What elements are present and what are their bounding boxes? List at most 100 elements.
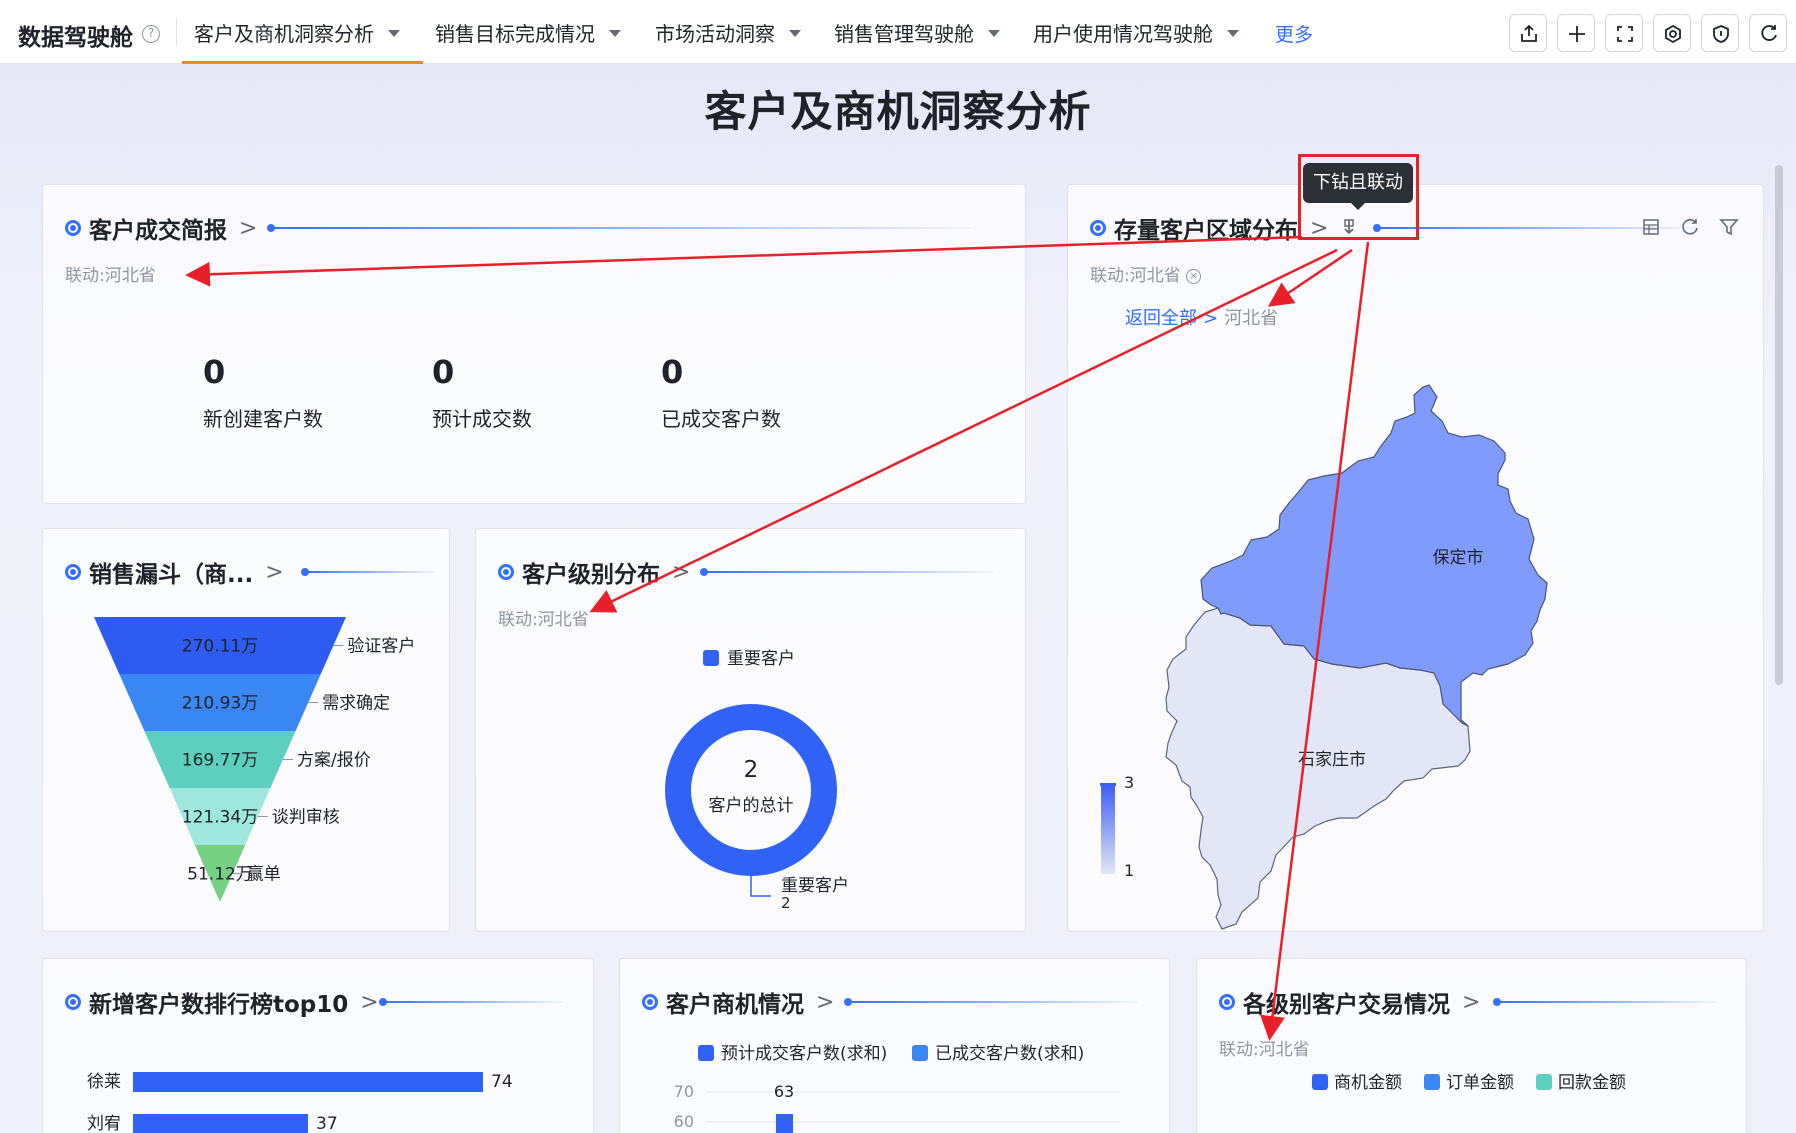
linkage-label: 联动:河北省 xyxy=(65,266,156,286)
chevron-down-icon xyxy=(388,30,400,37)
chevron-right-icon[interactable]: > xyxy=(239,216,257,241)
tab-market-activity[interactable]: 市场活动洞察 xyxy=(655,0,801,64)
donut-slice[interactable] xyxy=(665,704,837,876)
kpi-label: 预计成交数 xyxy=(432,407,532,431)
settings-icon xyxy=(1665,24,1681,44)
tab-label: 市场活动洞察 xyxy=(655,22,775,46)
level-transaction-legend: 商机金额 订单金额 回款金额 xyxy=(1312,1073,1626,1093)
refresh-icon xyxy=(1761,25,1777,41)
rank-bar-value: 74 xyxy=(491,1072,513,1092)
legend-max: 3 xyxy=(1124,773,1134,792)
card-title: 客户成交简报 xyxy=(89,218,227,244)
permission-button[interactable] xyxy=(1701,14,1739,52)
funnel-stage-name: 验证客户 xyxy=(347,637,415,657)
legend-label[interactable]: 预计成交客户数(求和) xyxy=(721,1044,887,1064)
region-map-card: 存量客户区域分布 > 联动:河北省 × 保定市 石家庄市 3 1 xyxy=(1067,184,1764,932)
funnel-stage-name: 方案/报价 xyxy=(297,751,371,771)
funnel-stage-value: 121.34万 xyxy=(182,808,258,828)
legend-label[interactable]: 订单金额 xyxy=(1446,1073,1514,1093)
tab-sales-target[interactable]: 销售目标完成情况 xyxy=(435,0,621,64)
tab-label: 客户及商机洞察分析 xyxy=(194,22,374,46)
chevron-down-icon xyxy=(988,30,1000,37)
donut-label-line xyxy=(750,876,771,897)
new-customer-rank-card: 新增客户数排行榜top10 > 徐莱 74 刘宥 37 xyxy=(42,958,594,1133)
rank-bar-value: 37 xyxy=(316,1114,338,1133)
fullscreen-button[interactable] xyxy=(1605,14,1643,52)
rank-category-label: 徐莱 xyxy=(87,1072,121,1092)
legend-swatch[interactable] xyxy=(703,650,719,666)
tab-user-usage[interactable]: 用户使用情况驾驶舱 xyxy=(1033,0,1239,64)
legend-swatch[interactable] xyxy=(1536,1074,1552,1090)
level-transaction-card: 各级别客户交易情况 > 联动:河北省 商机金额 订单金额 回款金额 xyxy=(1196,958,1747,1133)
chevron-down-icon xyxy=(789,30,801,37)
more-tabs-link[interactable]: 更多 xyxy=(1275,20,1313,47)
drill-breadcrumb: 返回全部 > 河北省 xyxy=(1125,304,1278,330)
y-tick-label: 60 xyxy=(674,1112,694,1131)
breadcrumb-current: 河北省 xyxy=(1224,308,1279,329)
y-tick-label: 70 xyxy=(674,1082,694,1101)
chevron-down-icon xyxy=(609,30,621,37)
chevron-down-icon xyxy=(1227,30,1239,37)
customer-level-card: 客户级别分布 > 联动:河北省 重要客户 2 客户的总计 重要客户 2 xyxy=(475,528,1026,932)
target-icon xyxy=(65,220,81,236)
sales-funnel-card: 销售漏斗（商... > 270.11万 验证客户 210.93万 需求确定 169.77… xyxy=(42,528,450,932)
legend-swatch[interactable] xyxy=(698,1045,714,1061)
share-button[interactable] xyxy=(1509,14,1547,52)
legend-label[interactable]: 重要客户 xyxy=(727,649,795,669)
annotation-highlight-box xyxy=(1298,154,1419,240)
legend-handle[interactable] xyxy=(1100,783,1116,786)
rank-bar[interactable] xyxy=(133,1072,483,1092)
deal-summary-card: 客户成交简报 > 联动:河北省 0 新创建客户数 0 预计成交数 0 已成交客户… xyxy=(42,184,1026,504)
top-bar: 数据驾驶舱 ? 客户及商机洞察分析 销售目标完成情况 市场活动洞察 销售管理驾驶… xyxy=(0,0,1796,64)
nav-divider xyxy=(176,18,177,46)
vertical-scrollbar[interactable] xyxy=(1775,165,1783,685)
opportunity-bar[interactable] xyxy=(776,1114,793,1133)
region-label: 石家庄市 xyxy=(1298,750,1366,770)
funnel-stage-name: 需求确定 xyxy=(322,694,390,714)
legend-label[interactable]: 商机金额 xyxy=(1334,1073,1402,1093)
legend-label[interactable]: 已成交客户数(求和) xyxy=(935,1044,1084,1064)
funnel-stage-value: 169.77万 xyxy=(182,751,258,771)
settings-button[interactable] xyxy=(1653,14,1691,52)
tab-sales-management[interactable]: 销售管理驾驶舱 xyxy=(834,0,1000,64)
region-label: 保定市 xyxy=(1433,548,1484,568)
share-icon xyxy=(1521,24,1537,42)
funnel-stage-value: 210.93万 xyxy=(182,694,258,714)
kpi-label: 已成交客户数 xyxy=(661,407,781,431)
donut-chart: 重要客户2客户的总计重要客户2 xyxy=(665,649,849,912)
add-button[interactable] xyxy=(1557,14,1595,52)
breadcrumb-back-link[interactable]: 返回全部 xyxy=(1125,308,1197,329)
donut-slice-label: 重要客户 xyxy=(781,876,849,896)
donut-slice-value: 2 xyxy=(781,894,791,912)
title-decor-line xyxy=(267,224,971,232)
refresh-button[interactable] xyxy=(1749,14,1787,52)
kpi-value: 0 xyxy=(661,353,684,391)
tab-customer-opportunity[interactable]: 客户及商机洞察分析 xyxy=(182,0,423,64)
rank-category-label: 刘宥 xyxy=(87,1114,121,1133)
help-icon[interactable]: ? xyxy=(142,25,160,43)
kpi-label: 新创建客户数 xyxy=(203,407,323,431)
dashboard-title: 客户及商机洞察分析 xyxy=(704,87,1092,136)
funnel-stage-name: 赢单 xyxy=(247,865,281,885)
tab-label: 用户使用情况驾驶舱 xyxy=(1033,22,1213,46)
breadcrumb-separator: > xyxy=(1203,308,1219,329)
visual-map-legend[interactable] xyxy=(1101,784,1115,874)
funnel-chart: 270.11万 验证客户 210.93万 需求确定 169.77万 方案/报价 121.34… xyxy=(94,617,415,902)
rank-bar-chart: 徐莱 74 刘宥 37 xyxy=(87,1072,513,1133)
legend-swatch[interactable] xyxy=(1424,1074,1440,1090)
legend-swatch[interactable] xyxy=(912,1045,928,1061)
province-map: 保定市 石家庄市 3 1 xyxy=(1100,384,1548,930)
app-title: 数据驾驶舱 xyxy=(18,25,133,51)
donut-total-value: 2 xyxy=(744,757,759,783)
plus-icon xyxy=(1569,26,1585,42)
legend-label[interactable]: 回款金额 xyxy=(1558,1073,1626,1093)
funnel-stage-value: 270.11万 xyxy=(182,637,258,657)
shield-icon xyxy=(1713,25,1729,43)
rank-bar[interactable] xyxy=(133,1114,308,1133)
legend-swatch[interactable] xyxy=(1312,1074,1328,1090)
funnel-stage-name: 谈判审核 xyxy=(272,808,340,828)
legend-min: 1 xyxy=(1124,861,1134,880)
fullscreen-icon xyxy=(1617,26,1633,42)
kpi-value: 0 xyxy=(203,353,226,391)
opportunity-bar-chart: 预计成交客户数(求和) 已成交客户数(求和) 70 60 63 xyxy=(674,1044,1120,1133)
